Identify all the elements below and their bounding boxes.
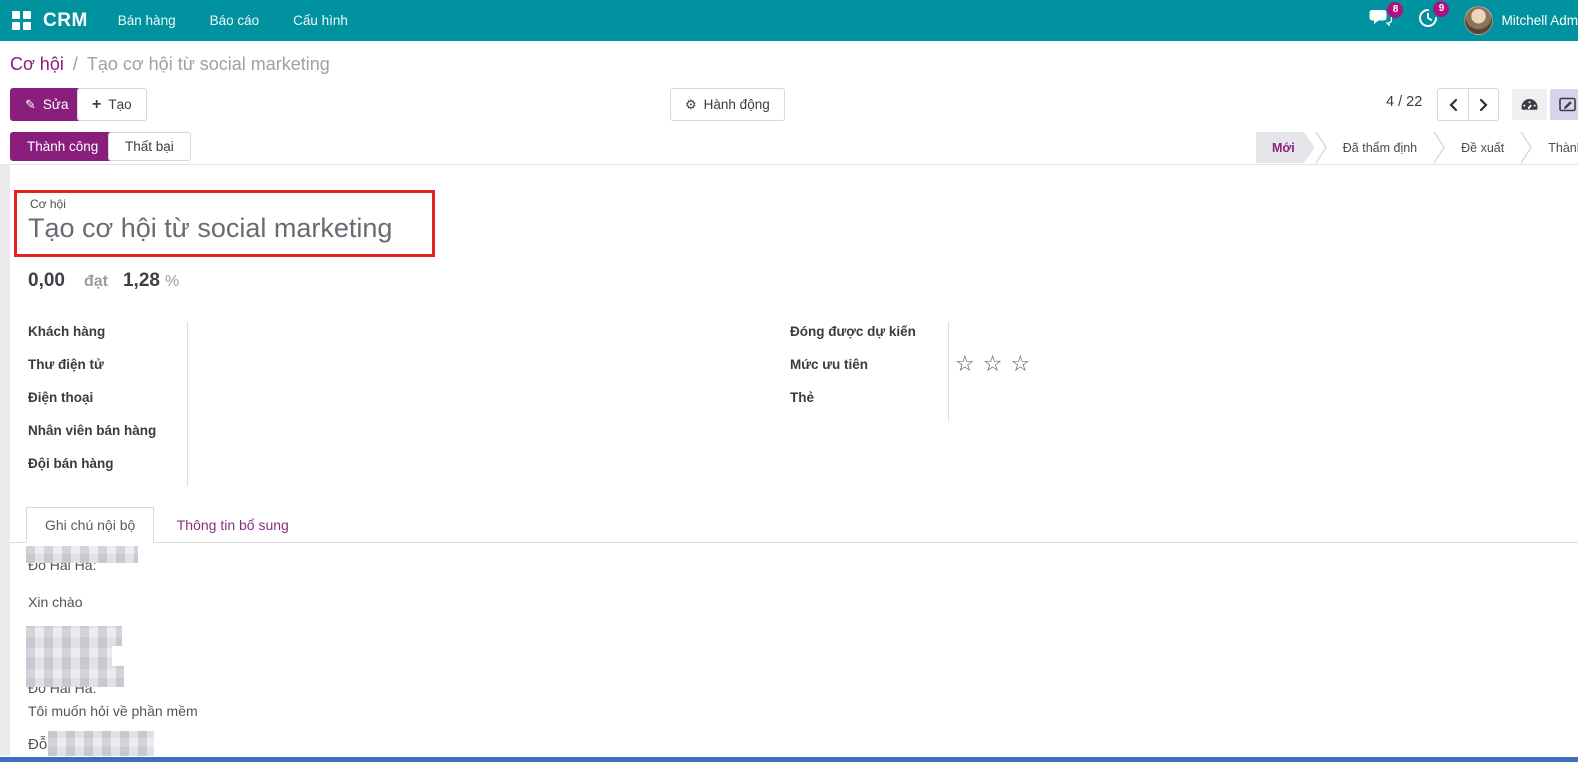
redaction-block xyxy=(26,646,112,666)
breadcrumb-link-opportunities[interactable]: Cơ hội xyxy=(10,54,64,75)
note-question: Tôi muốn hỏi về phần mềm xyxy=(28,703,198,719)
redaction-block xyxy=(26,546,138,563)
breadcrumb-current: Tạo cơ hội từ social marketing xyxy=(87,54,330,75)
stage-separator-icon xyxy=(1315,132,1327,163)
revenue-separator-label: đạt xyxy=(84,273,108,291)
breadcrumb-separator: / xyxy=(73,54,78,75)
chevron-right-icon xyxy=(1479,98,1489,112)
field-label-salesperson: Nhân viên bán hàng xyxy=(28,423,156,456)
nav-item-sales[interactable]: Bán hàng xyxy=(118,13,176,28)
create-button-label: Tạo xyxy=(108,97,131,112)
activities-button[interactable]: 9 xyxy=(1418,8,1438,33)
user-avatar[interactable] xyxy=(1464,6,1493,35)
opportunity-label: Cơ hội xyxy=(30,197,66,211)
expected-revenue-value: 0,00 xyxy=(28,270,65,292)
mark-won-button[interactable]: Thành công xyxy=(10,132,115,161)
stage-item-qualified[interactable]: Đã thẩm định xyxy=(1327,132,1433,163)
gear-icon: ⚙ xyxy=(685,97,697,113)
field-label-priority: Mức ưu tiên xyxy=(790,357,916,390)
stage-separator-icon xyxy=(1520,132,1532,163)
edit-button[interactable]: ✎ Sửa xyxy=(10,88,83,121)
field-separator-right xyxy=(948,322,949,421)
stage-item-new[interactable]: Mới xyxy=(1256,132,1315,163)
tab-internal-notes[interactable]: Ghi chú nội bộ xyxy=(26,507,154,543)
action-button-label: Hành động xyxy=(704,97,770,112)
plus-icon: + xyxy=(92,96,101,114)
priority-star-icon[interactable]: ☆ xyxy=(983,351,1011,376)
statusbar: Thành công Thất bại Mới Đã thẩm định Đề … xyxy=(0,132,1578,165)
pager-prev-button[interactable] xyxy=(1437,88,1468,121)
activities-badge: 9 xyxy=(1433,1,1449,17)
user-name[interactable]: Mitchell Adm xyxy=(1501,13,1578,28)
redaction-block xyxy=(48,731,154,756)
pencil-icon: ✎ xyxy=(25,97,36,113)
tab-extra-info[interactable]: Thông tin bổ sung xyxy=(159,507,307,543)
redaction-block xyxy=(26,666,124,687)
form-view-button[interactable] xyxy=(1550,89,1578,120)
field-label-tags: Thẻ xyxy=(790,390,916,423)
field-group-left: Khách hàng Thư điện tử Điện thoại Nhân v… xyxy=(28,324,156,489)
navbar-right: 8 9 Mitchell Adm xyxy=(1369,0,1578,41)
note-name-line-3: Đỗ xyxy=(28,736,47,753)
top-navbar: CRM Bán hàng Báo cáo Cấu hình 8 9 Mitche… xyxy=(0,0,1578,41)
pager xyxy=(1437,88,1499,121)
pager-value[interactable]: 4 / 22 xyxy=(1386,94,1422,110)
stage-separator-icon xyxy=(1433,132,1445,163)
notebook-tabs: Ghi chú nội bộ Thông tin bổ sung xyxy=(10,507,1578,543)
redaction-block xyxy=(26,626,122,646)
edit-button-label: Sửa xyxy=(43,97,69,112)
field-label-email: Thư điện tử xyxy=(28,357,156,390)
field-separator-left xyxy=(187,322,188,486)
nav-menu: Bán hàng Báo cáo Cấu hình xyxy=(118,13,348,28)
messages-button[interactable]: 8 xyxy=(1369,9,1392,32)
dashboard-view-button[interactable] xyxy=(1512,89,1547,120)
chevron-left-icon xyxy=(1448,98,1458,112)
pager-next-button[interactable] xyxy=(1468,88,1499,121)
priority-star-icon[interactable]: ☆ xyxy=(955,351,983,376)
crm-form-page: CRM Bán hàng Báo cáo Cấu hình 8 9 Mitche… xyxy=(0,0,1578,762)
action-button[interactable]: ⚙ Hành động xyxy=(670,88,785,121)
stage-pipeline: Mới Đã thẩm định Đề xuất Thành công xyxy=(1256,132,1578,163)
nav-item-reporting[interactable]: Báo cáo xyxy=(210,13,260,28)
priority-stars: ☆☆☆ xyxy=(955,351,1038,377)
priority-star-icon[interactable]: ☆ xyxy=(1010,351,1038,376)
field-label-phone: Điện thoại xyxy=(28,390,156,423)
field-label-sales-team: Đội bán hàng xyxy=(28,456,156,489)
field-label-customer: Khách hàng xyxy=(28,324,156,357)
apps-grid-icon[interactable] xyxy=(12,11,31,30)
note-greeting: Xin chào xyxy=(28,594,82,610)
opportunity-title: Tạo cơ hội từ social marketing xyxy=(28,213,392,244)
stage-item-proposition[interactable]: Đề xuất xyxy=(1445,132,1520,163)
page-left-gutter xyxy=(0,164,10,756)
breadcrumb: Cơ hội / Tạo cơ hội từ social marketing xyxy=(10,54,330,75)
messages-badge: 8 xyxy=(1387,2,1403,18)
form-edit-icon xyxy=(1559,97,1576,112)
stage-item-won[interactable]: Thành công xyxy=(1532,132,1578,163)
mark-lost-button[interactable]: Thất bại xyxy=(108,132,191,161)
tachometer-icon xyxy=(1520,97,1539,112)
revenue-row: 0,00 đạt 1,28 % xyxy=(28,270,179,292)
create-button[interactable]: + Tạo xyxy=(77,88,147,121)
probability-value: 1,28 xyxy=(123,270,160,292)
percent-sign: % xyxy=(165,273,179,291)
window-bottom-edge xyxy=(0,757,1578,762)
field-group-right: Đóng được dự kiến Mức ưu tiên Thẻ xyxy=(790,324,916,423)
nav-item-configuration[interactable]: Cấu hình xyxy=(293,13,348,28)
app-name[interactable]: CRM xyxy=(43,10,88,32)
field-label-expected-closing: Đóng được dự kiến xyxy=(790,324,916,357)
